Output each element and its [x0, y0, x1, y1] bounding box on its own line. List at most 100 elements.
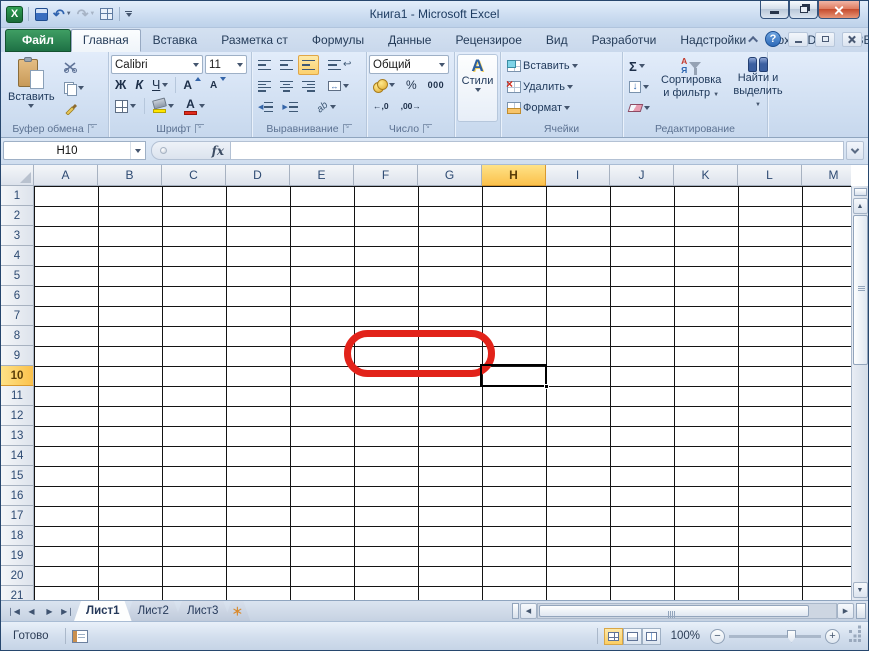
zoom-slider[interactable]	[729, 635, 821, 638]
redo-button[interactable]: ↷▼	[76, 5, 97, 23]
tab-Вид[interactable]: Вид	[534, 29, 580, 52]
workbook-close-button[interactable]	[842, 32, 862, 47]
dialog-launcher[interactable]	[423, 124, 432, 133]
row-header-10[interactable]: 10	[1, 366, 34, 386]
row-header-1[interactable]: 1	[1, 186, 34, 206]
resize-grip[interactable]	[848, 629, 862, 643]
workbook-restore-button[interactable]	[815, 32, 835, 47]
scroll-down-button[interactable]: ▼	[853, 582, 868, 598]
autosum-button[interactable]: Σ	[625, 56, 654, 76]
row-header-19[interactable]: 19	[1, 546, 34, 566]
quick-table-button[interactable]	[99, 5, 114, 23]
align-middle-button[interactable]	[276, 55, 297, 75]
formula-input[interactable]	[231, 141, 844, 160]
copy-button[interactable]	[60, 78, 88, 98]
dialog-launcher[interactable]	[343, 124, 352, 133]
active-cell-selection[interactable]	[480, 364, 547, 387]
undo-button[interactable]: ↶▼	[52, 5, 73, 23]
tab-Файл[interactable]: Файл	[5, 29, 71, 52]
column-header-G[interactable]: G	[418, 165, 482, 186]
save-button[interactable]	[34, 5, 49, 23]
increase-indent-button[interactable]: ▶	[278, 97, 301, 117]
merge-center-button[interactable]: ↔	[324, 76, 353, 96]
column-header-K[interactable]: K	[674, 165, 738, 186]
cells-area[interactable]	[34, 186, 851, 600]
tab-Данные[interactable]: Данные	[376, 29, 443, 52]
column-header-M[interactable]: M	[802, 165, 851, 186]
expand-formula-bar-button[interactable]	[846, 141, 864, 160]
bold-button[interactable]: Ж	[111, 75, 130, 95]
row-header-14[interactable]: 14	[1, 446, 34, 466]
column-header-A[interactable]: A	[34, 165, 98, 186]
tab-Рецензирое[interactable]: Рецензирое	[443, 29, 533, 52]
workbook-minimize-button[interactable]	[788, 32, 808, 47]
row-header-7[interactable]: 7	[1, 306, 34, 326]
vertical-split-handle[interactable]	[854, 188, 867, 196]
tab-Разработчи[interactable]: Разработчи	[580, 29, 669, 52]
align-bottom-button[interactable]	[298, 55, 319, 75]
customize-qat-button[interactable]	[125, 11, 132, 17]
prev-sheet-button[interactable]: ◀	[23, 603, 40, 620]
format-painter-button[interactable]	[60, 99, 88, 119]
name-box-dropdown[interactable]	[130, 142, 145, 159]
next-sheet-button[interactable]: ▶	[41, 603, 58, 620]
decrease-decimal-button[interactable]: ,00→	[397, 96, 425, 116]
row-header-11[interactable]: 11	[1, 386, 34, 406]
row-header-12[interactable]: 12	[1, 406, 34, 426]
column-header-H[interactable]: H	[482, 165, 546, 186]
fill-color-button[interactable]	[149, 96, 178, 116]
decrease-indent-button[interactable]: ◀	[254, 97, 277, 117]
zoom-out-button[interactable]: −	[710, 629, 725, 644]
font-size-combo[interactable]: 11	[205, 55, 247, 74]
help-button[interactable]: ?	[765, 31, 781, 47]
borders-button[interactable]	[111, 96, 140, 116]
insert-cells-button[interactable]: Вставить	[503, 56, 620, 76]
fx-icon[interactable]: fx	[212, 144, 224, 158]
underline-button[interactable]: Ч	[148, 75, 172, 95]
row-header-4[interactable]: 4	[1, 246, 34, 266]
column-header-J[interactable]: J	[610, 165, 674, 186]
scroll-right-button[interactable]: ▶	[837, 603, 854, 619]
align-center-button[interactable]	[276, 76, 297, 96]
tab-Главная[interactable]: Главная	[71, 29, 141, 52]
shrink-font-button[interactable]: А	[206, 75, 230, 95]
close-button[interactable]	[818, 1, 860, 19]
fill-button[interactable]: ↓	[625, 77, 654, 97]
tab-Надстройки[interactable]: Надстройки	[668, 29, 758, 52]
row-header-16[interactable]: 16	[1, 486, 34, 506]
vertical-scroll-thumb[interactable]	[853, 215, 868, 365]
row-header-21[interactable]: 21	[1, 586, 34, 600]
sheet-tab-Лист2[interactable]: Лист2	[126, 601, 181, 621]
select-all-corner[interactable]	[1, 165, 34, 186]
align-right-button[interactable]	[298, 76, 319, 96]
orientation-button[interactable]: ab	[313, 97, 340, 117]
sheet-tab-Лист3[interactable]: Лист3	[175, 601, 230, 621]
sort-filter-button[interactable]: АЯ Сортировка и фильтр ▼	[656, 54, 726, 122]
font-color-button[interactable]: А	[180, 96, 209, 116]
currency-format-button[interactable]	[369, 75, 399, 95]
row-header-20[interactable]: 20	[1, 566, 34, 586]
page-layout-view-button[interactable]	[623, 628, 642, 645]
excel-logo-icon[interactable]: X	[6, 6, 23, 23]
macro-record-icon[interactable]	[72, 630, 88, 643]
name-box[interactable]: H10	[3, 141, 146, 160]
wrap-text-button[interactable]: ↩	[324, 55, 355, 75]
column-header-B[interactable]: B	[98, 165, 162, 186]
row-header-3[interactable]: 3	[1, 226, 34, 246]
restore-button[interactable]	[789, 1, 818, 19]
tab-Формулы[interactable]: Формулы	[300, 29, 376, 52]
row-header-15[interactable]: 15	[1, 466, 34, 486]
tab-split-handle[interactable]	[512, 603, 519, 619]
comma-format-button[interactable]: 000	[424, 75, 449, 95]
row-header-6[interactable]: 6	[1, 286, 34, 306]
column-header-L[interactable]: L	[738, 165, 802, 186]
row-header-5[interactable]: 5	[1, 266, 34, 286]
format-cells-button[interactable]: Формат	[503, 98, 620, 118]
font-name-combo[interactable]: Calibri	[111, 55, 203, 74]
zoom-in-button[interactable]: +	[825, 629, 840, 644]
tab-Вставка[interactable]: Вставка	[141, 29, 210, 52]
horizontal-scroll-thumb[interactable]	[539, 605, 809, 617]
number-format-combo[interactable]: Общий	[369, 55, 449, 74]
horizontal-scrollbar[interactable]	[537, 603, 837, 619]
column-header-I[interactable]: I	[546, 165, 610, 186]
